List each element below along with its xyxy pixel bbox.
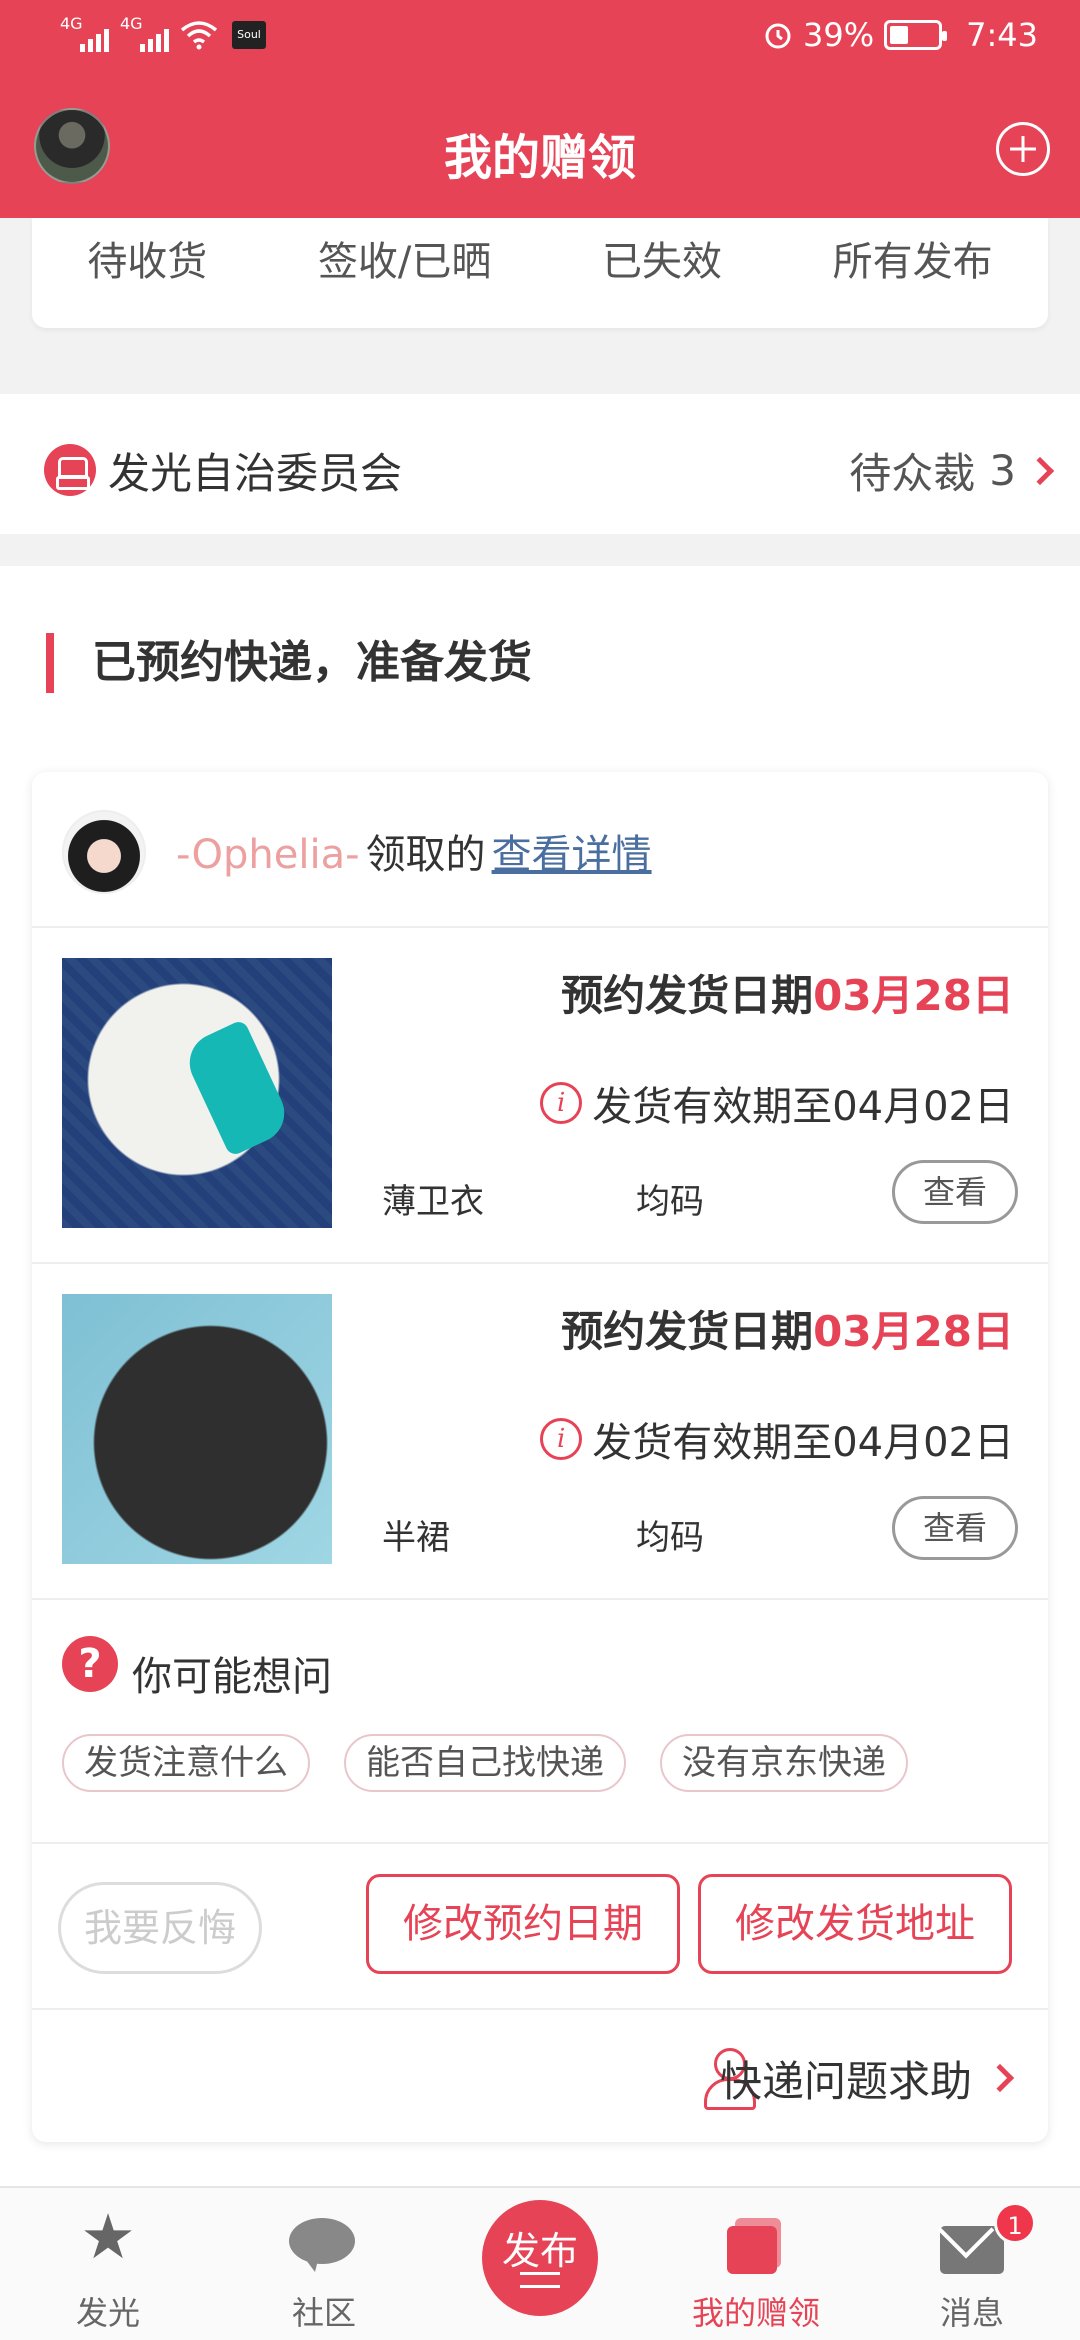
faq-chip[interactable]: 没有京东快递: [660, 1734, 908, 1792]
chevron-right-icon: [985, 2063, 1015, 2093]
view-details-link[interactable]: 查看详情: [492, 832, 652, 878]
faq-title: 你可能想问: [132, 1654, 332, 1700]
ship-date-label: 预约发货日期: [561, 971, 814, 1020]
question-icon: ?: [62, 1636, 118, 1692]
status-bar: 4G 4G Soul 39% 7:43: [0, 0, 1080, 74]
item-name: 半裙: [382, 1518, 450, 1558]
order-card: -Ophelia- 领取的 查看详情 预约发货日期03月28日 i 发货有效期至04月…: [32, 772, 1048, 2142]
change-date-button[interactable]: 修改预约日期: [366, 1874, 680, 1974]
info-icon: i: [540, 1082, 583, 1124]
battery-icon: [884, 20, 948, 50]
ship-date-value: 03月28日: [813, 1307, 1014, 1356]
nav-label: 发光: [75, 2294, 140, 2332]
envelope-icon: [940, 2226, 1004, 2274]
faq-chip[interactable]: 发货注意什么: [62, 1734, 310, 1792]
committee-title: 发光自治委员会: [108, 449, 403, 498]
signal-icon-2: 4G: [120, 14, 169, 52]
order-item: 预约发货日期03月28日 i 发货有效期至04月02日 半裙 均码 查看: [32, 1264, 1048, 1600]
publish-button[interactable]: 发布: [482, 2200, 598, 2316]
item-size: 均码: [636, 1518, 704, 1558]
nav-label: 社区: [291, 2294, 356, 2332]
pending-judgement[interactable]: 待众裁 3: [849, 440, 1055, 501]
tab-received[interactable]: 签收/已晒: [318, 229, 491, 287]
ship-date: 预约发货日期03月28日: [561, 1298, 1014, 1359]
validity-text: 发货有效期至04月02日: [592, 1420, 1014, 1466]
status-left: 4G 4G Soul: [60, 14, 266, 52]
claimer-name[interactable]: -Ophelia-: [176, 832, 360, 878]
claimed-text: 领取的: [365, 832, 486, 878]
regret-button[interactable]: 我要反悔: [58, 1882, 262, 1974]
ship-date-value: 03月28日: [813, 971, 1014, 1020]
courier-help-row[interactable]: 快递问题求助: [32, 2010, 1048, 2142]
claimer-avatar[interactable]: [62, 810, 146, 894]
pending-count: 3: [989, 446, 1016, 495]
tab-pending-receipt[interactable]: 待收货: [87, 229, 207, 287]
chat-bubble-icon: [289, 2218, 359, 2272]
nav-label: 消息: [939, 2294, 1004, 2332]
nav-messages[interactable]: 1 消息: [864, 2188, 1080, 2340]
item-name: 薄卫衣: [382, 1182, 484, 1222]
claimer-line: -Ophelia- 领取的 查看详情: [176, 822, 652, 880]
courier-help-text: 快递问题求助: [719, 2057, 972, 2106]
menu-lines-icon: [520, 2272, 560, 2288]
status-right: 39% 7:43: [763, 16, 1038, 54]
view-button[interactable]: 查看: [892, 1160, 1018, 1224]
faq-section: ? 你可能想问 发货注意什么 能否自己找快递 没有京东快递: [32, 1600, 1048, 1844]
committee-row[interactable]: 发光自治委员会 待众裁 3: [0, 394, 1080, 534]
validity: i 发货有效期至04月02日: [540, 1410, 1014, 1468]
status-tabs: 待收货 签收/已晒 已失效 所有发布: [32, 218, 1048, 328]
item-size: 均码: [636, 1182, 704, 1222]
action-row: 我要反悔 修改预约日期 修改发货地址: [32, 1844, 1048, 2010]
shipping-section: 已预约快递，准备发货 -Ophelia- 领取的 查看详情 预约发货日期03月28日…: [0, 566, 1080, 2186]
committee-icon: [44, 444, 96, 496]
chevron-right-icon: [1025, 456, 1055, 485]
messages-badge: 1: [994, 2202, 1036, 2244]
pending-label: 待众裁: [849, 449, 976, 498]
nav-community[interactable]: 社区: [216, 2188, 432, 2340]
validity-text: 发货有效期至04月02日: [592, 1084, 1014, 1130]
faq-chip[interactable]: 能否自己找快递: [344, 1734, 626, 1792]
change-address-button[interactable]: 修改发货地址: [698, 1874, 1012, 1974]
order-item: 预约发货日期03月28日 i 发货有效期至04月02日 薄卫衣 均码 查看: [32, 928, 1048, 1264]
claimer-row: -Ophelia- 领取的 查看详情: [32, 772, 1048, 928]
faq-chips: 发货注意什么 能否自己找快递 没有京东快递: [62, 1734, 908, 1792]
gift-book-icon: [727, 2218, 785, 2274]
ship-date: 预约发货日期03月28日: [561, 962, 1014, 1023]
validity: i 发货有效期至04月02日: [540, 1074, 1014, 1132]
app-header: 4G 4G Soul 39% 7:43 我的赠领: [0, 0, 1080, 218]
bottom-nav: ★ 发光 社区 发布 我的赠领 1 消息: [0, 2186, 1080, 2340]
add-button[interactable]: [996, 122, 1050, 176]
nav-shine[interactable]: ★ 发光: [0, 2188, 216, 2340]
alarm-icon: [765, 23, 791, 49]
view-button[interactable]: 查看: [892, 1496, 1018, 1560]
nav-label: 我的赠领: [691, 2294, 820, 2332]
publish-label: 发布: [501, 2229, 578, 2273]
page-title: 我的赠领: [443, 130, 636, 186]
item-thumbnail[interactable]: [62, 958, 332, 1228]
tab-all-posts[interactable]: 所有发布: [833, 229, 993, 287]
battery-percent: 39%: [803, 16, 875, 54]
clock: 7:43: [966, 16, 1038, 54]
ship-date-label: 预约发货日期: [561, 1307, 814, 1356]
signal-icon: 4G: [60, 14, 109, 52]
wifi-icon: [180, 21, 218, 50]
star-icon: ★: [80, 2200, 136, 2273]
soul-app-icon: Soul: [232, 21, 266, 49]
item-thumbnail[interactable]: [62, 1294, 332, 1564]
tab-expired[interactable]: 已失效: [602, 229, 722, 287]
info-icon: i: [540, 1418, 583, 1460]
battery-level: [890, 26, 909, 44]
section-title: 已预约快递，准备发货: [46, 633, 532, 693]
nav-my-gifts[interactable]: 我的赠领: [648, 2188, 864, 2340]
